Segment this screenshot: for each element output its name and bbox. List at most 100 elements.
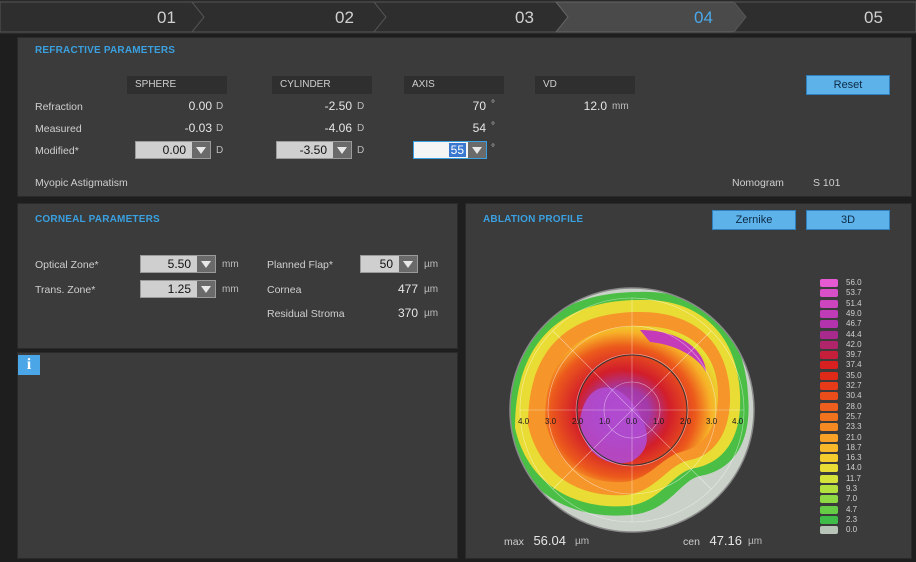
info-icon[interactable]: i [18,355,40,375]
dropdown-arrow-icon[interactable] [333,142,351,158]
legend-value: 37.4 [846,360,862,370]
info-panel [17,352,458,559]
modified-cylinder-value: -3.50 [299,143,327,157]
dropdown-arrow-icon[interactable] [192,142,210,158]
legend-value: 14.0 [846,463,862,473]
legend-value: 23.3 [846,422,862,432]
step-03[interactable]: 03 [515,8,534,28]
refraction-vd-unit: mm [612,101,629,112]
modified-sphere-value: 0.00 [162,143,186,157]
legend-swatch [820,340,838,349]
legend-value: 51.4 [846,298,862,308]
legend-swatch [820,443,838,452]
cornea-unit: µm [424,284,439,295]
measured-sphere-value: -0.03 [184,121,212,135]
sphere-column-header: SPHERE [127,76,227,94]
planned-flap-unit: µm [424,259,439,270]
legend-swatch [820,495,838,504]
step-02[interactable]: 02 [335,8,354,28]
step-05[interactable]: 05 [864,8,883,28]
legend-swatch [820,371,838,380]
dropdown-arrow-icon[interactable] [197,256,215,272]
legend-swatch [820,454,838,463]
step-navigation: 01 02 03 04 05 [0,0,916,34]
refractive-parameters-title: REFRACTIVE PARAMETERS [35,45,176,56]
refraction-vd-value: 12.0 [583,99,607,113]
legend-value: 0.0 [846,525,858,535]
cen-value: 47.16 [709,533,742,548]
dropdown-arrow-icon[interactable] [197,281,215,297]
refraction-cylinder-value: -2.50 [324,99,352,113]
legend-swatch [820,505,838,514]
zernike-button[interactable]: Zernike [712,210,796,230]
optical-zone-label: Optical Zone* [35,259,99,271]
legend-swatch [820,309,838,318]
legend-value: 39.7 [846,350,862,360]
refraction-cylinder-unit: D [357,101,365,112]
modified-axis-value: 55 [448,143,466,157]
cornea-label: Cornea [267,284,302,296]
ablation-profile-panel [465,203,912,559]
modified-label: Modified* [35,145,79,157]
trans-zone-value: 1.25 [167,282,191,296]
step-bar-graphic [0,0,916,34]
legend-value: 46.7 [846,319,862,329]
legend-swatch [820,299,838,308]
step-01[interactable]: 01 [157,8,176,28]
cornea-value: 477 [397,282,418,296]
trans-zone-select[interactable]: 1.25 [140,280,216,298]
legend-value: 18.7 [846,442,862,452]
legend-swatch [820,464,838,473]
step-04[interactable]: 04 [694,8,713,28]
dropdown-arrow-icon[interactable] [468,142,486,158]
measured-cylinder-unit: D [357,123,365,134]
modified-cylinder-select[interactable]: -3.50 [276,141,352,159]
legend-value: 30.4 [846,391,862,401]
legend-swatch [820,382,838,390]
legend-swatch [820,474,838,483]
legend-swatch [820,412,838,421]
legend-value: 35.0 [846,370,862,380]
legend-swatch [820,392,838,401]
legend-value: 53.7 [846,288,862,298]
planned-flap-select[interactable]: 50 [360,255,418,273]
legend-swatch [820,361,838,370]
legend-value: 16.3 [846,453,862,463]
vd-column-header: VD [535,76,635,94]
legend-value: 9.3 [846,484,858,493]
residual-stroma-value: 370 [397,306,418,320]
measured-label: Measured [35,123,82,135]
legend-swatch [820,423,838,432]
legend-value: 25.7 [846,411,862,421]
legend-swatch [820,320,838,329]
max-unit: µm [575,536,590,547]
legend-value: 11.7 [846,473,861,483]
reset-button[interactable]: Reset [806,75,890,95]
residual-stroma-unit: µm [424,308,439,319]
legend-value: 42.0 [846,339,862,349]
residual-stroma-label: Residual Stroma [267,308,345,320]
legend-swatch [820,526,838,535]
cen-unit: µm [748,536,763,547]
dropdown-arrow-icon[interactable] [399,256,417,272]
ablation-profile-title: ABLATION PROFILE [483,214,584,225]
optical-zone-value: 5.50 [167,257,191,271]
legend-value: 2.3 [846,514,858,524]
legend-swatch [820,279,838,287]
legend-value: 49.0 [846,308,862,318]
modified-sphere-select[interactable]: 0.00 [135,141,211,159]
3d-button[interactable]: 3D [806,210,890,230]
refraction-axis-value: 70 [472,99,486,113]
legend-value: 44.4 [846,329,862,339]
legend-value: 4.7 [846,504,858,514]
measured-axis-unit: ° [491,121,495,132]
planned-flap-value: 50 [379,257,393,271]
optical-zone-select[interactable]: 5.50 [140,255,216,273]
nomogram-label: Nomogram [732,177,784,189]
measured-axis-value: 54 [472,121,486,135]
legend-value: 21.0 [846,432,862,442]
legend-value: 32.7 [846,381,862,390]
planned-flap-label: Planned Flap* [267,259,333,271]
legend-value: 7.0 [846,494,858,504]
modified-axis-select[interactable]: 55 [413,141,487,159]
